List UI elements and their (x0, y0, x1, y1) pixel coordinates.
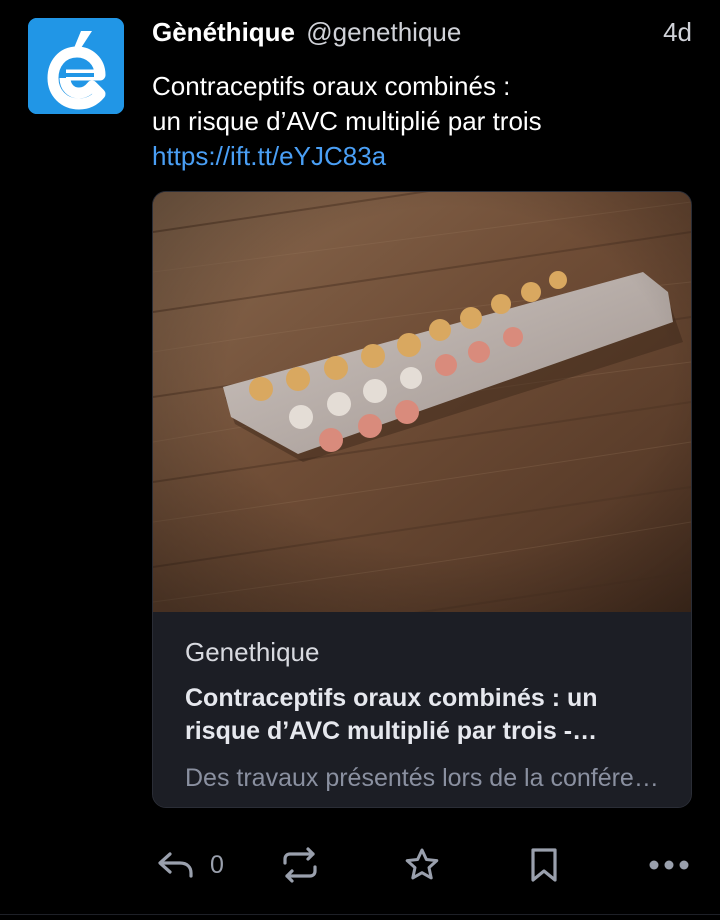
star-icon (405, 848, 439, 880)
post-header: Gènéthique @genethique 4d (152, 16, 692, 48)
reply-count: 0 (210, 850, 224, 879)
card-source: Genethique (185, 637, 320, 667)
boost-button[interactable] (280, 840, 320, 890)
display-name[interactable]: Gènéthique (152, 17, 295, 47)
boost-icon (283, 847, 317, 883)
post-text-line: Contraceptifs oraux combinés : (152, 71, 511, 101)
card-info: Genethique Contraceptifs oraux combinés … (153, 612, 691, 807)
more-icon (649, 860, 689, 870)
more-button[interactable] (648, 840, 690, 890)
post[interactable]: Gènéthique @genethique 4d Contraceptifs … (0, 0, 720, 920)
account-handle[interactable]: @genethique (306, 17, 461, 47)
post-link[interactable]: https://ift.tt/eYJC83a (152, 141, 386, 171)
divider (0, 914, 720, 915)
post-text-line: un risque d’AVC multiplié par trois (152, 106, 542, 136)
action-bar: 0 (0, 840, 720, 890)
favourite-button[interactable] (404, 840, 440, 890)
card-image (153, 192, 691, 612)
timestamp[interactable]: 4d (663, 16, 692, 48)
post-content: Contraceptifs oraux combinés : un risque… (152, 69, 692, 174)
reply-button[interactable]: 0 (156, 840, 224, 890)
card-description: Des travaux présentés lors de la confére… (185, 764, 661, 792)
bookmark-icon (531, 848, 557, 882)
card-title: Contraceptifs oraux combinés : un risque… (185, 684, 598, 745)
genethique-logo-icon (28, 18, 124, 114)
reply-icon (158, 852, 193, 878)
link-preview-card[interactable]: Genethique Contraceptifs oraux combinés … (152, 191, 692, 808)
bookmark-button[interactable] (529, 840, 559, 890)
avatar[interactable] (28, 18, 124, 114)
contraceptive-pill-blister-photo (153, 192, 691, 612)
